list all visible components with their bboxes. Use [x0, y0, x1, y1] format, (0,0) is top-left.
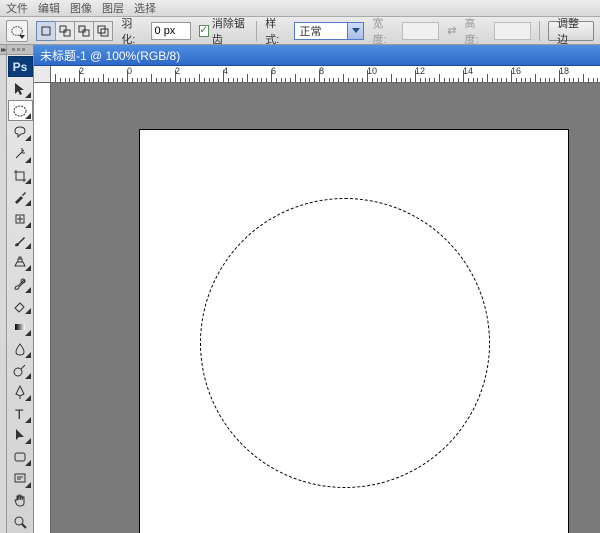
width-field: [402, 22, 440, 40]
document-title: 未标题-1 @ 100%(RGB/8): [40, 47, 180, 64]
notes-tool[interactable]: [8, 468, 33, 490]
menu-item[interactable]: 文件: [6, 0, 28, 16]
height-field: [494, 22, 532, 40]
width-label: 宽度:: [372, 15, 393, 47]
move-tool[interactable]: [8, 78, 33, 100]
history-brush-tool[interactable]: [8, 273, 33, 295]
blur-tool[interactable]: [8, 338, 33, 360]
antialias-checkbox[interactable]: 消除锯齿: [199, 15, 249, 47]
canvas-viewport[interactable]: [51, 83, 600, 533]
subtract-selection-button[interactable]: [74, 21, 94, 41]
dodge-tool[interactable]: [8, 360, 33, 382]
svg-text:T: T: [15, 406, 24, 422]
zoom-tool[interactable]: [8, 511, 33, 533]
options-bar: 羽化: 消除锯齿 样式: 正常 宽度: ⇄ 高度: 调整边: [0, 17, 600, 45]
canvas[interactable]: [139, 129, 569, 533]
antialias-label: 消除锯齿: [212, 15, 249, 47]
current-tool-indicator[interactable]: [6, 20, 28, 42]
style-label: 样式:: [265, 15, 286, 47]
add-selection-button[interactable]: [55, 21, 75, 41]
vertical-ruler[interactable]: [34, 83, 51, 533]
height-label: 高度:: [464, 15, 485, 47]
divider: [256, 21, 257, 41]
path-selection-tool[interactable]: [8, 425, 33, 447]
type-tool[interactable]: T: [8, 403, 33, 425]
document-window: 未标题-1 @ 100%(RGB/8) 42024681012141618: [34, 45, 600, 533]
ps-logo: Ps: [8, 56, 33, 77]
style-select[interactable]: 正常: [294, 22, 364, 40]
horizontal-ruler[interactable]: 42024681012141618: [51, 66, 600, 83]
crop-tool[interactable]: [8, 165, 33, 187]
intersect-selection-button[interactable]: [93, 21, 113, 41]
menu-bar[interactable]: 文件 编辑 图像 图层 选择: [0, 0, 600, 17]
shape-tool[interactable]: [8, 446, 33, 468]
clone-stamp-tool[interactable]: [8, 251, 33, 273]
lasso-tool[interactable]: [8, 121, 33, 143]
new-selection-button[interactable]: [36, 21, 56, 41]
elliptical-selection-marquee[interactable]: [200, 198, 490, 488]
document-titlebar[interactable]: 未标题-1 @ 100%(RGB/8): [34, 45, 600, 66]
healing-brush-tool[interactable]: [8, 208, 33, 230]
feather-input[interactable]: [151, 22, 191, 40]
swap-icon: ⇄: [447, 24, 456, 37]
pen-tool[interactable]: [8, 381, 33, 403]
style-value: 正常: [299, 23, 321, 39]
expand-dock-icon[interactable]: [0, 45, 6, 55]
check-icon: [199, 25, 209, 37]
panel-dock-gutter[interactable]: [0, 45, 7, 533]
toolbox: Ps T: [7, 45, 34, 533]
selection-mode-group: [36, 21, 113, 41]
eraser-tool[interactable]: [8, 295, 33, 317]
toolbox-grip[interactable]: [7, 45, 33, 55]
ruler-origin[interactable]: [34, 66, 51, 83]
chevron-down-icon: [347, 23, 363, 39]
brush-tool[interactable]: [8, 230, 33, 252]
menu-item[interactable]: 编辑: [38, 0, 60, 16]
refine-edge-button[interactable]: 调整边: [548, 21, 594, 41]
chevron-down-icon: [19, 35, 25, 39]
divider: [539, 21, 540, 41]
hand-tool[interactable]: [8, 490, 33, 512]
eyedropper-tool[interactable]: [8, 186, 33, 208]
marquee-tool[interactable]: [8, 100, 33, 122]
gradient-tool[interactable]: [8, 316, 33, 338]
magic-wand-tool[interactable]: [8, 143, 33, 165]
menu-item[interactable]: 图像: [70, 0, 92, 16]
feather-label: 羽化:: [121, 15, 142, 47]
